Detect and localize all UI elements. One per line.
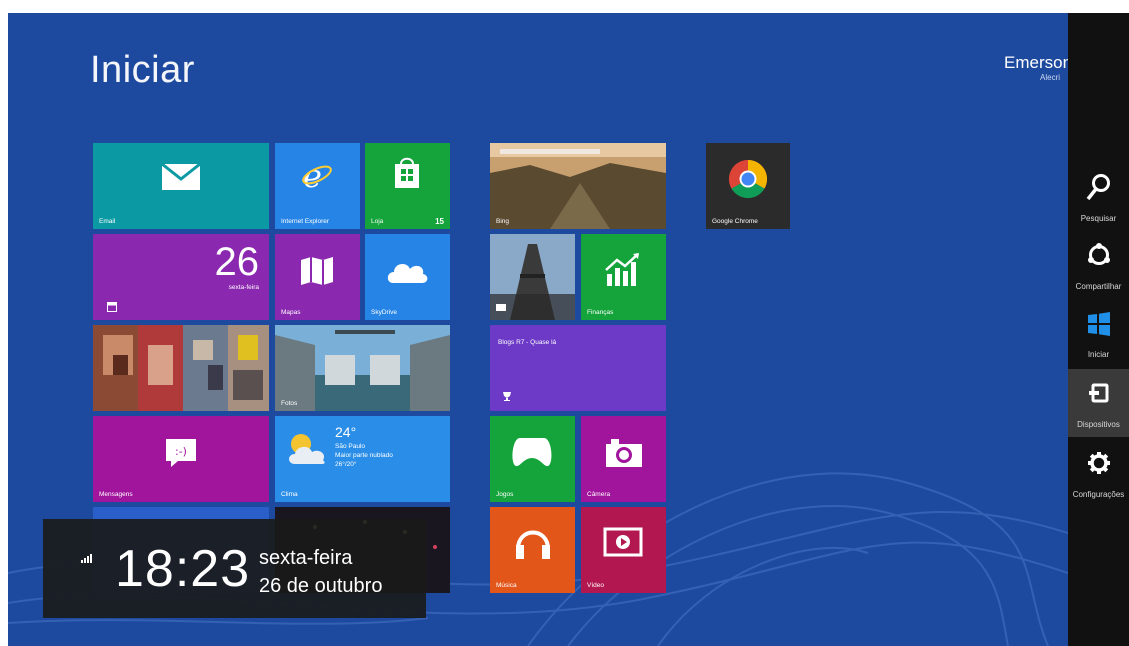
weather-temp: 24° bbox=[335, 424, 357, 440]
chrome-icon bbox=[728, 159, 768, 199]
tile-label: Jogos bbox=[496, 491, 514, 498]
weather-range: 26°/20° bbox=[335, 461, 357, 468]
gear-icon bbox=[1088, 452, 1110, 474]
tile-label: Fotos bbox=[281, 400, 298, 407]
tile-store[interactable]: Loja 15 bbox=[365, 143, 450, 229]
charm-label: Iniciar bbox=[1087, 350, 1110, 359]
start-screen: Iniciar Emerson Alecri Email 26 sexta-fe… bbox=[8, 13, 1129, 646]
devices-icon bbox=[1089, 383, 1109, 403]
charm-devices[interactable]: Dispositivos bbox=[1068, 369, 1129, 437]
charms-bar: Pesquisar Compartilhar Iniciar Dispositi… bbox=[1068, 13, 1129, 646]
signal-strength-icon bbox=[81, 554, 92, 563]
tile-internet-explorer[interactable]: e Internet Explorer bbox=[275, 143, 360, 229]
tile-finance[interactable]: Finanças bbox=[581, 234, 666, 320]
camera-icon bbox=[606, 439, 642, 467]
tile-label: Mapas bbox=[281, 309, 301, 316]
clock-date: 26 de outubro bbox=[259, 575, 383, 597]
weather-desc: Maior parte nublado bbox=[335, 452, 393, 459]
page-title: Iniciar bbox=[90, 49, 195, 91]
tile-people[interactable] bbox=[93, 325, 269, 411]
headphones-icon bbox=[516, 530, 550, 559]
tile-label: Mensagens bbox=[99, 491, 133, 498]
people-photo-mosaic bbox=[93, 325, 269, 411]
messaging-icon: :-) bbox=[166, 439, 196, 467]
lock-clock-overlay: 18:23 sexta-feira 26 de outubro bbox=[43, 519, 426, 618]
trophy-icon bbox=[503, 392, 511, 401]
photos-image bbox=[275, 325, 450, 411]
calendar-day: 26 bbox=[214, 240, 260, 284]
tile-camera[interactable]: Câmera bbox=[581, 416, 666, 502]
charm-label: Dispositivos bbox=[1077, 420, 1120, 429]
charm-search[interactable]: Pesquisar bbox=[1068, 163, 1129, 231]
tile-email[interactable]: Email bbox=[93, 143, 269, 229]
blogs-headline: Blogs R7 - Quase lá bbox=[498, 339, 557, 346]
tile-label: Google Chrome bbox=[712, 218, 758, 225]
tile-label: Email bbox=[99, 218, 116, 225]
maps-icon bbox=[301, 257, 333, 285]
tile-photos[interactable]: Fotos bbox=[275, 325, 450, 411]
windows-icon bbox=[1088, 312, 1110, 336]
finance-chart-icon bbox=[605, 253, 639, 286]
tile-label: Câmera bbox=[587, 491, 611, 498]
charm-label: Compartilhar bbox=[1075, 282, 1122, 291]
share-icon bbox=[1088, 243, 1110, 265]
tile-label: Música bbox=[496, 582, 517, 589]
tile-label: Finanças bbox=[587, 309, 614, 316]
tile-messaging[interactable]: :-) Mensagens bbox=[93, 416, 269, 502]
eiffel-tower-image bbox=[490, 234, 575, 320]
charm-share[interactable]: Compartilhar bbox=[1068, 231, 1129, 299]
tile-music[interactable]: Música bbox=[490, 507, 575, 593]
store-icon bbox=[395, 157, 419, 188]
tile-label: Internet Explorer bbox=[281, 218, 330, 225]
charm-label: Pesquisar bbox=[1080, 214, 1117, 223]
bing-landscape-image bbox=[490, 143, 666, 229]
charm-settings[interactable]: Configurações bbox=[1068, 439, 1129, 507]
cloud-icon bbox=[387, 263, 428, 283]
search-icon bbox=[1086, 174, 1110, 201]
tile-calendar[interactable]: 26 sexta-feira bbox=[93, 234, 269, 320]
charm-label: Configurações bbox=[1072, 490, 1125, 499]
clock-day: sexta-feira bbox=[259, 547, 353, 569]
internet-explorer-icon: e bbox=[302, 159, 332, 191]
store-badge: 15 bbox=[435, 217, 444, 226]
tile-weather[interactable]: 24° São Paulo Maior parte nublado 26°/20… bbox=[275, 416, 450, 502]
xbox-controller-icon bbox=[512, 438, 552, 467]
svg-text::-): :-) bbox=[175, 445, 187, 458]
tile-label: Vídeo bbox=[587, 582, 604, 589]
tile-maps[interactable]: Mapas bbox=[275, 234, 360, 320]
tile-google-chrome[interactable]: Google Chrome bbox=[706, 143, 790, 229]
weather-city: São Paulo bbox=[335, 443, 365, 450]
user-subtitle: Alecri bbox=[1040, 73, 1061, 82]
clock-time: 18:23 bbox=[115, 540, 251, 598]
user-account[interactable]: Emerson Alecri bbox=[1004, 53, 1074, 82]
tile-bing[interactable]: Bing bbox=[490, 143, 666, 229]
calendar-weekday: sexta-feira bbox=[228, 284, 259, 291]
charm-start[interactable]: Iniciar bbox=[1068, 299, 1129, 367]
video-icon bbox=[603, 527, 643, 557]
user-name: Emerson bbox=[1004, 53, 1073, 72]
tile-video[interactable]: Vídeo bbox=[581, 507, 666, 593]
calendar-icon bbox=[107, 302, 117, 312]
tile-label: Bing bbox=[496, 218, 510, 225]
tile-games[interactable]: Jogos bbox=[490, 416, 575, 502]
tile-label: SkyDrive bbox=[371, 309, 398, 316]
mail-icon bbox=[161, 163, 201, 190]
tile-skydrive[interactable]: SkyDrive bbox=[365, 234, 450, 320]
weather-cloudy-icon bbox=[289, 434, 325, 464]
tile-blogs[interactable]: Blogs R7 - Quase lá bbox=[490, 325, 666, 411]
tile-label: Clima bbox=[281, 491, 298, 498]
tile-eiffel-photo[interactable] bbox=[490, 234, 575, 320]
tile-label: Loja bbox=[371, 218, 384, 225]
